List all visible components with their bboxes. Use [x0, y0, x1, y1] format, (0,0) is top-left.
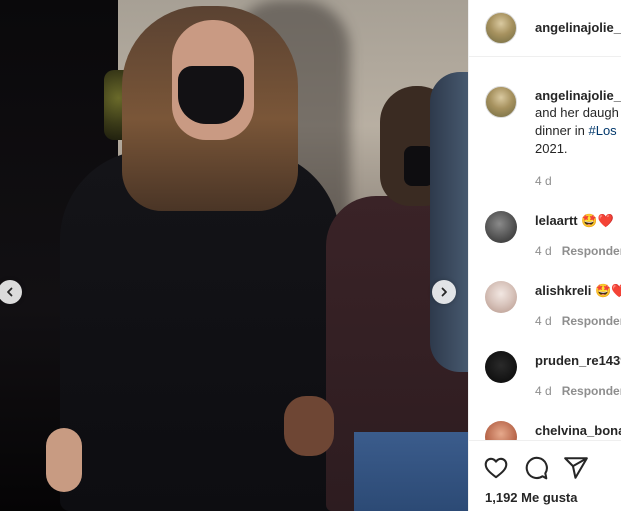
reply-button-lelaartt[interactable]: Responder: [562, 244, 621, 258]
likes-count[interactable]: 1,192 Me gusta: [485, 490, 578, 505]
next-photo-button[interactable]: [432, 280, 456, 304]
hashtag-link[interactable]: #Los: [588, 123, 616, 138]
chevron-left-icon: [7, 287, 13, 297]
caption-line-3: 2021.: [535, 141, 568, 156]
comment-meta-pruden: 4 d Responder: [535, 384, 621, 398]
comment-text-lelaartt: 🤩❤️: [581, 213, 614, 228]
post-actions-bar: 1,192 Me gusta: [469, 440, 621, 511]
photo-man-jacket: [430, 72, 468, 372]
comment-avatar-lelaartt[interactable]: [485, 211, 517, 243]
caption-text: and her daugh dinner in #Los 2021.: [535, 104, 621, 158]
comment-username-lelaartt[interactable]: lelaartt 🤩❤️: [535, 213, 614, 229]
photo-woman-mask: [178, 66, 244, 124]
post-photo[interactable]: [0, 0, 468, 511]
comment-username-lelaartt-text[interactable]: lelaartt: [535, 213, 578, 228]
comment-avatar-pruden[interactable]: [485, 351, 517, 383]
header-username[interactable]: angelinajolie_: [535, 20, 621, 35]
caption-line-2-text: dinner in: [535, 123, 589, 138]
paper-plane-icon[interactable]: [563, 455, 589, 481]
comment-time-alishkreli[interactable]: 4 d: [535, 314, 552, 328]
comment-username-chelvina[interactable]: chelvina_bona: [535, 423, 621, 438]
avatar[interactable]: [485, 12, 517, 44]
caption-line-1: and her daugh: [535, 105, 619, 120]
photo-girl-jeans: [354, 432, 468, 511]
comment-avatar-alishkreli[interactable]: [485, 281, 517, 313]
photo-woman-hand: [46, 428, 82, 492]
comment-time-pruden[interactable]: 4 d: [535, 384, 552, 398]
reply-button-alishkreli[interactable]: Responder: [562, 314, 621, 328]
post-header: angelinajolie_: [469, 0, 621, 57]
post-side-panel: angelinajolie_ angelinajolie_ and her da…: [468, 0, 621, 511]
comment-meta-alishkreli: 4 d Responder: [535, 314, 621, 328]
caption-timestamp[interactable]: 4 d: [535, 174, 552, 188]
photo-held-hands: [284, 396, 334, 456]
reply-button-pruden[interactable]: Responder: [562, 384, 621, 398]
comment-username-pruden[interactable]: pruden_re1439: [535, 353, 621, 368]
chevron-right-icon: [441, 287, 447, 297]
caption-line-2: dinner in #Los: [535, 122, 621, 140]
comment-time-lelaartt[interactable]: 4 d: [535, 244, 552, 258]
heart-icon[interactable]: [483, 455, 509, 481]
comment-username-alishkreli[interactable]: alishkreli 🤩❤️: [535, 283, 621, 299]
comment-meta-lelaartt: 4 d Responder: [535, 244, 621, 258]
comment-bubble-icon[interactable]: [523, 455, 549, 481]
comment-text-alishkreli: 🤩❤️: [595, 283, 621, 298]
comment-username-alishkreli-text[interactable]: alishkreli: [535, 283, 591, 298]
caption-username[interactable]: angelinajolie_: [535, 88, 621, 103]
caption-avatar[interactable]: [485, 86, 517, 118]
